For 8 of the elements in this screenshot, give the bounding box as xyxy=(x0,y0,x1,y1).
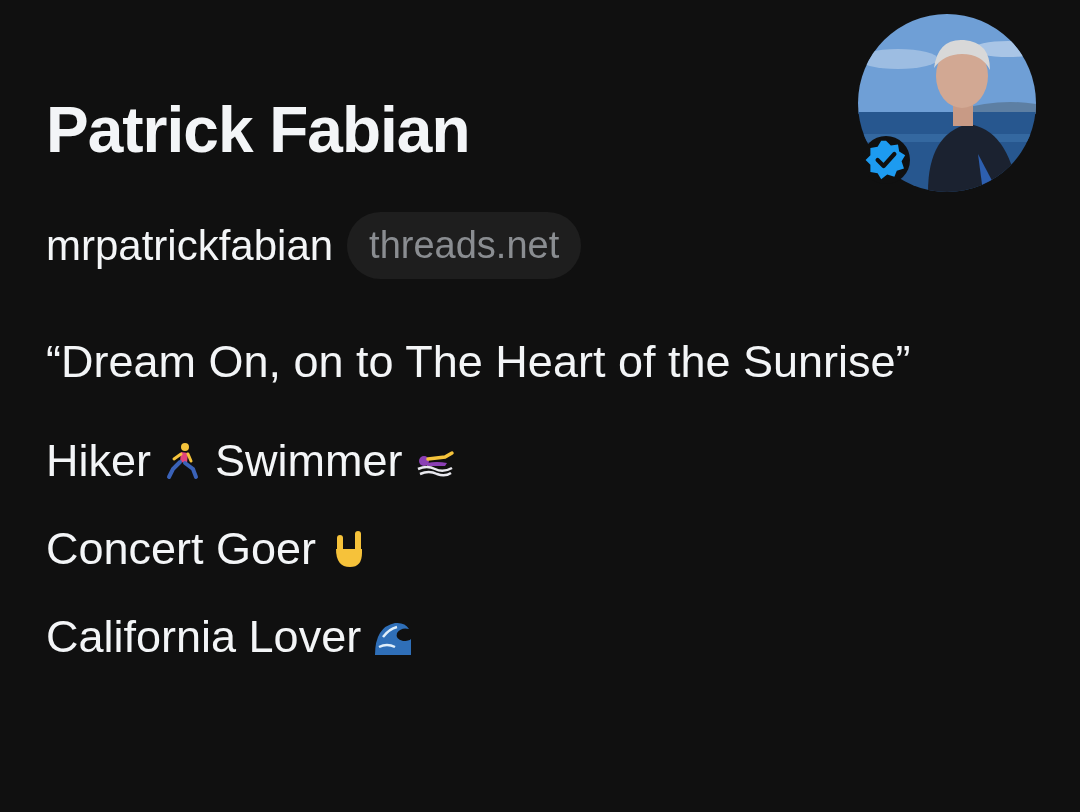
profile-name: Patrick Fabian xyxy=(46,98,471,162)
username: mrpatrickfabian xyxy=(46,221,334,270)
bio-text: Swimmer xyxy=(215,434,403,488)
bio-text: “Dream On, on to The Heart of the Sunrise” xyxy=(46,335,911,389)
bio-text: Concert Goer xyxy=(46,522,317,576)
bio-text: Hiker xyxy=(46,434,151,488)
domain-chip[interactable]: threads.net xyxy=(347,212,582,279)
bio-text: California Lover xyxy=(46,610,362,664)
